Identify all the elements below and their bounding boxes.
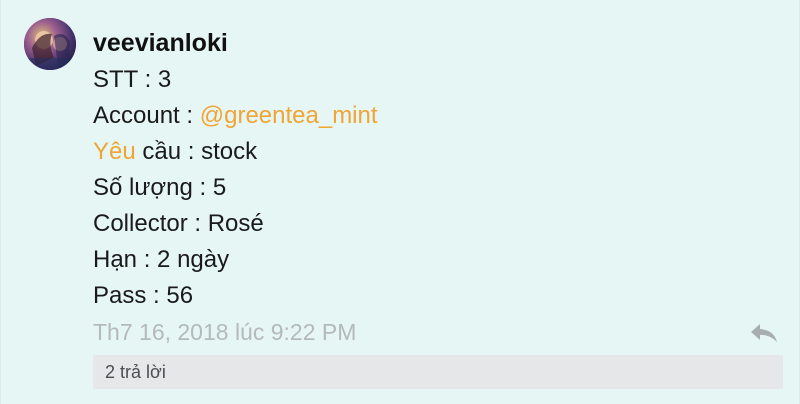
- field-account: Account : @greentea_mint: [93, 98, 781, 134]
- comment-username[interactable]: veevianloki: [93, 26, 781, 60]
- comment-meta: Th7 16, 2018 lúc 9:22 PM: [93, 314, 781, 350]
- field-account-label: Account: [93, 102, 180, 129]
- field-stt-label: STT: [93, 66, 138, 93]
- field-deadline: Hạn : 2 ngày: [93, 242, 781, 278]
- field-quantity: Số lượng : 5: [93, 170, 781, 206]
- field-request-value: stock: [201, 138, 258, 165]
- field-deadline-sep: :: [137, 246, 158, 273]
- field-request-label-rest: cầu: [135, 138, 182, 165]
- field-collector: Collector : Rosé: [93, 206, 781, 242]
- field-collector-sep: :: [187, 210, 208, 237]
- replies-count-label: 2 trả lời: [105, 362, 166, 382]
- field-pass: Pass : 56: [93, 278, 781, 314]
- field-deadline-label: Hạn: [93, 246, 138, 273]
- comment-timestamp: Th7 16, 2018 lúc 9:22 PM: [93, 319, 357, 345]
- avatar-image: [24, 18, 76, 70]
- field-request-label-highlight[interactable]: Yêu: [93, 138, 136, 165]
- reply-arrow-icon[interactable]: [749, 322, 779, 344]
- comment-card: veevianloki STT : 3 Account : @greentea_…: [0, 0, 800, 404]
- field-pass-value: 56: [166, 282, 194, 309]
- field-pass-sep: :: [146, 282, 167, 309]
- field-stt-sep: :: [137, 66, 158, 93]
- field-stt-value: 3: [157, 66, 172, 93]
- view-replies-button[interactable]: 2 trả lời: [93, 355, 783, 389]
- account-mention-link[interactable]: @greentea_mint: [200, 102, 378, 129]
- field-collector-label: Collector: [93, 210, 188, 237]
- field-quantity-value: 5: [212, 174, 227, 201]
- field-account-sep: :: [179, 102, 200, 129]
- field-pass-label: Pass: [93, 282, 147, 309]
- user-avatar[interactable]: [24, 18, 76, 70]
- field-collector-value: Rosé: [207, 210, 264, 237]
- field-request: Yêu cầu : stock: [93, 134, 781, 170]
- comment-body: veevianloki STT : 3 Account : @greentea_…: [93, 26, 781, 350]
- field-quantity-sep: :: [192, 174, 213, 201]
- field-deadline-value: 2 ngày: [157, 246, 230, 273]
- field-stt: STT : 3: [93, 62, 781, 98]
- field-quantity-label: Số lượng: [93, 174, 193, 201]
- field-request-sep: :: [181, 138, 202, 165]
